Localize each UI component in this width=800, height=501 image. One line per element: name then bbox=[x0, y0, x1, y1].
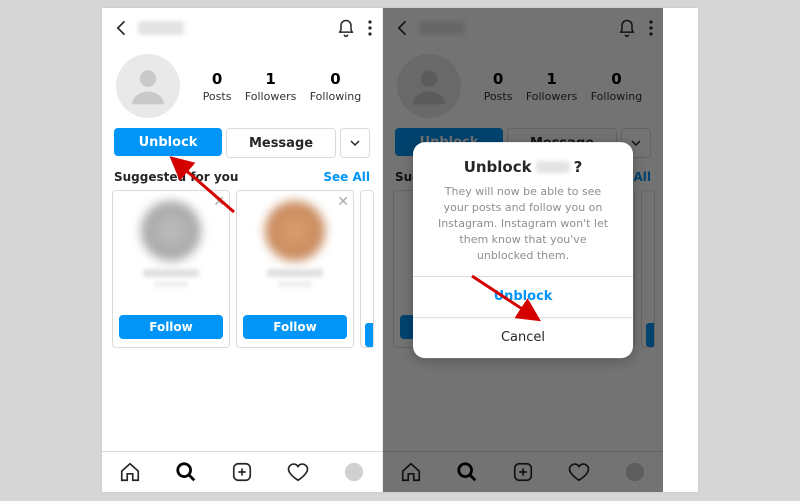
bottom-nav bbox=[383, 451, 663, 492]
avatar[interactable] bbox=[397, 54, 461, 118]
screenshot-left: 0 Posts 1 Followers 0 Following Unblock … bbox=[102, 8, 382, 492]
dialog-title-suffix: ? bbox=[574, 158, 583, 176]
suggested-title: Suggested for you bbox=[114, 170, 238, 184]
home-icon[interactable] bbox=[400, 461, 422, 483]
follow-button[interactable]: Follow bbox=[119, 315, 223, 339]
stat-following-count: 0 bbox=[330, 70, 340, 88]
stat-followers-label: Followers bbox=[526, 90, 578, 103]
follow-button[interactable]: Follow bbox=[243, 315, 347, 339]
search-icon[interactable] bbox=[175, 461, 197, 483]
profile-tab-icon[interactable] bbox=[624, 461, 646, 483]
back-icon[interactable] bbox=[393, 18, 413, 38]
dialog-title: Unblock ? bbox=[431, 158, 615, 176]
notifications-icon[interactable] bbox=[336, 18, 356, 38]
dismiss-suggestion-icon[interactable]: ✕ bbox=[337, 195, 349, 209]
suggested-row: ✕ Follow ✕ Follow bbox=[102, 190, 382, 348]
profile-header: 0 Posts 1 Followers 0 Following bbox=[102, 48, 382, 126]
dismiss-suggestion-icon[interactable]: ✕ bbox=[213, 195, 225, 209]
suggested-card[interactable]: ✕ Follow bbox=[112, 190, 230, 348]
stat-followers[interactable]: 1 Followers bbox=[245, 70, 297, 103]
unblock-dialog: Unblock ? They will now be able to see y… bbox=[413, 142, 633, 358]
suggested-card-peek[interactable] bbox=[641, 190, 655, 348]
profile-stats: 0 Posts 1 Followers 0 Following bbox=[477, 70, 649, 103]
stat-posts[interactable]: 0 Posts bbox=[484, 70, 513, 103]
stat-posts-label: Posts bbox=[203, 90, 232, 103]
back-icon[interactable] bbox=[112, 18, 132, 38]
stat-posts-label: Posts bbox=[484, 90, 513, 103]
dialog-cancel-button[interactable]: Cancel bbox=[413, 317, 633, 358]
follow-button[interactable] bbox=[646, 323, 654, 347]
stat-followers-label: Followers bbox=[245, 90, 297, 103]
new-post-icon[interactable] bbox=[231, 461, 253, 483]
search-icon[interactable] bbox=[456, 461, 478, 483]
stat-posts-count: 0 bbox=[212, 70, 222, 88]
dialog-username-blurred bbox=[536, 161, 570, 173]
activity-icon[interactable] bbox=[287, 461, 309, 483]
suggested-header: Suggested for you See All bbox=[102, 168, 382, 190]
profile-tab-icon[interactable] bbox=[343, 461, 365, 483]
dialog-title-prefix: Unblock bbox=[464, 158, 532, 176]
activity-icon[interactable] bbox=[568, 461, 590, 483]
top-bar bbox=[102, 8, 382, 48]
unblock-button[interactable]: Unblock bbox=[114, 128, 222, 156]
suggested-name-blurred bbox=[143, 269, 199, 277]
stat-followers-count: 1 bbox=[265, 70, 275, 88]
action-button-row: Unblock Message bbox=[102, 126, 382, 168]
suggested-card[interactable]: ✕ Follow bbox=[236, 190, 354, 348]
new-post-icon[interactable] bbox=[512, 461, 534, 483]
stat-posts-count: 0 bbox=[493, 70, 503, 88]
notifications-icon[interactable] bbox=[617, 18, 637, 38]
suggested-name-blurred bbox=[267, 269, 323, 277]
suggestions-toggle-button[interactable] bbox=[340, 128, 370, 158]
follow-button[interactable] bbox=[365, 323, 373, 347]
profile-stats: 0 Posts 1 Followers 0 Following bbox=[196, 70, 368, 103]
stat-following-count: 0 bbox=[611, 70, 621, 88]
stat-following-label: Following bbox=[310, 90, 362, 103]
dialog-confirm-button[interactable]: Unblock bbox=[413, 276, 633, 317]
bottom-nav bbox=[102, 451, 382, 492]
suggested-avatar-blurred bbox=[265, 201, 325, 261]
top-bar bbox=[383, 8, 663, 48]
suggested-card-peek[interactable] bbox=[360, 190, 374, 348]
suggested-subtitle-blurred bbox=[278, 281, 312, 287]
username-blurred bbox=[419, 21, 465, 35]
username-blurred bbox=[138, 21, 184, 35]
suggested-avatar-blurred bbox=[141, 201, 201, 261]
stat-following-label: Following bbox=[591, 90, 643, 103]
stat-following[interactable]: 0 Following bbox=[310, 70, 362, 103]
profile-header: 0 Posts 1 Followers 0 Following bbox=[383, 48, 663, 126]
screenshot-right: 0 Posts 1 Followers 0 Following Unblock … bbox=[382, 8, 663, 492]
more-options-icon[interactable] bbox=[649, 20, 653, 36]
stat-followers-count: 1 bbox=[546, 70, 556, 88]
message-button[interactable]: Message bbox=[226, 128, 336, 158]
stat-following[interactable]: 0 Following bbox=[591, 70, 643, 103]
see-all-link[interactable]: See All bbox=[323, 170, 370, 184]
home-icon[interactable] bbox=[119, 461, 141, 483]
tutorial-canvas: 0 Posts 1 Followers 0 Following Unblock … bbox=[102, 8, 698, 492]
suggested-subtitle-blurred bbox=[154, 281, 188, 287]
stat-followers[interactable]: 1 Followers bbox=[526, 70, 578, 103]
avatar[interactable] bbox=[116, 54, 180, 118]
dialog-message: They will now be able to see your posts … bbox=[431, 184, 615, 264]
stat-posts[interactable]: 0 Posts bbox=[203, 70, 232, 103]
more-options-icon[interactable] bbox=[368, 20, 372, 36]
